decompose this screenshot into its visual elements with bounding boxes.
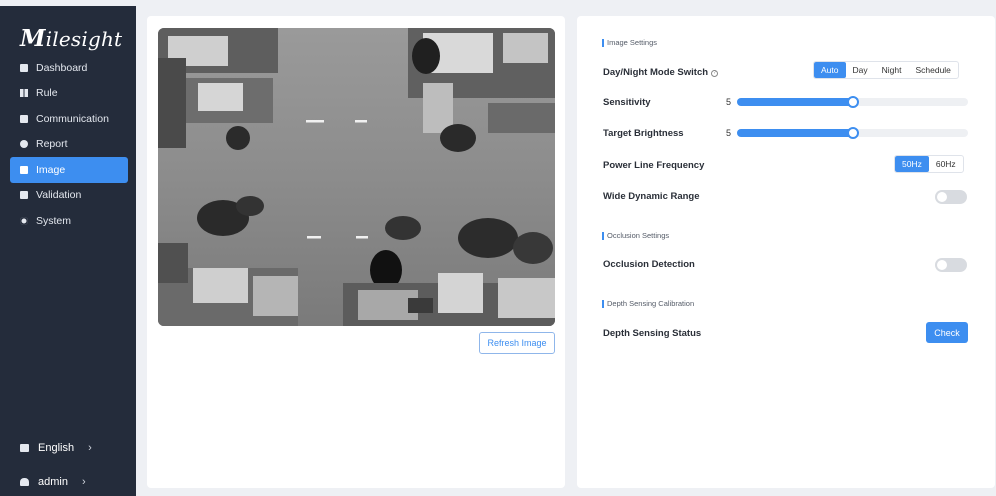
target-brightness-value: 5	[726, 128, 732, 138]
toggle-knob	[937, 192, 947, 202]
section-title-occlusion-settings: Occlusion Settings	[602, 231, 669, 240]
check-button[interactable]: Check	[926, 322, 968, 343]
power-line-frequency-label: Power Line Frequency	[603, 160, 705, 171]
wide-dynamic-range-toggle[interactable]	[935, 190, 967, 204]
report-icon	[20, 140, 28, 149]
dashboard-icon	[20, 63, 28, 72]
day-night-mode-segmented: Auto Day Night Schedule	[813, 61, 959, 79]
section-title-image-settings: Image Settings	[602, 38, 657, 47]
sidebar-item-label: Image	[36, 163, 66, 176]
sensitivity-value: 5	[726, 97, 732, 107]
target-brightness-label: Target Brightness	[603, 128, 684, 139]
validation-icon	[20, 191, 28, 200]
slider-fill	[737, 98, 853, 106]
day-night-option-day[interactable]: Day	[846, 62, 875, 78]
sensitivity-slider[interactable]	[737, 96, 968, 108]
user-menu[interactable]: admin ›	[20, 476, 86, 488]
sidebar-item-report[interactable]: Report	[10, 132, 128, 158]
sensitivity-label: Sensitivity	[603, 97, 651, 108]
day-night-label: Day/Night Mode Switch?	[603, 67, 719, 78]
brand-logo: Milesight	[20, 25, 123, 52]
sidebar-item-validation[interactable]: Validation	[10, 183, 128, 209]
depth-sensing-status-label: Depth Sensing Status	[603, 328, 702, 339]
app-root: Milesight Dashboard Rule Communication R…	[0, 0, 996, 496]
slider-fill	[737, 129, 853, 137]
camera-preview	[158, 28, 555, 326]
occlusion-detection-label: Occlusion Detection	[603, 259, 695, 270]
chevron-right-icon: ›	[88, 442, 92, 454]
rule-icon	[20, 89, 28, 98]
occlusion-detection-toggle[interactable]	[935, 258, 967, 272]
camera-image	[158, 28, 555, 326]
slider-thumb[interactable]	[846, 96, 859, 108]
gear-icon	[20, 216, 28, 225]
day-night-option-schedule[interactable]: Schedule	[908, 62, 957, 78]
user-icon	[20, 478, 29, 486]
sidebar-item-label: Rule	[36, 87, 58, 100]
help-icon[interactable]: ?	[711, 70, 719, 77]
user-label: admin	[38, 476, 68, 488]
power-line-option-60hz[interactable]: 60Hz	[929, 156, 963, 172]
sidebar-item-rule[interactable]: Rule	[10, 81, 128, 107]
sidebar-item-dashboard[interactable]: Dashboard	[10, 55, 128, 81]
section-marker	[602, 299, 604, 308]
section-marker	[602, 231, 604, 240]
toggle-knob	[937, 260, 947, 270]
language-icon	[20, 444, 29, 452]
day-night-option-auto[interactable]: Auto	[814, 62, 846, 78]
day-night-option-night[interactable]: Night	[875, 62, 909, 78]
settings-panel: Image Settings Day/Night Mode Switch? Au…	[577, 16, 995, 488]
language-selector[interactable]: English ›	[20, 442, 92, 454]
chevron-right-icon: ›	[81, 476, 86, 488]
sidebar-item-label: Communication	[36, 112, 109, 125]
sidebar-nav: Dashboard Rule Communication Report Imag…	[10, 55, 128, 234]
power-line-option-50hz[interactable]: 50Hz	[895, 156, 929, 172]
sidebar-item-label: Dashboard	[36, 61, 88, 74]
sidebar: Milesight Dashboard Rule Communication R…	[0, 6, 136, 496]
section-marker	[602, 38, 604, 47]
sidebar-item-image[interactable]: Image	[10, 157, 128, 183]
wide-dynamic-range-label: Wide Dynamic Range	[603, 191, 700, 202]
power-line-frequency-segmented: 50Hz 60Hz	[894, 155, 964, 173]
image-icon	[20, 165, 28, 174]
preview-panel: Refresh Image	[147, 16, 565, 488]
refresh-image-button[interactable]: Refresh Image	[479, 332, 555, 354]
sidebar-item-label: Report	[36, 138, 68, 151]
slider-thumb[interactable]	[846, 127, 859, 139]
target-brightness-slider[interactable]	[737, 127, 968, 139]
communication-icon	[20, 114, 28, 123]
language-label: English	[38, 442, 75, 454]
sidebar-item-system[interactable]: System	[10, 208, 128, 234]
sidebar-item-communication[interactable]: Communication	[10, 106, 128, 132]
sidebar-item-label: System	[36, 214, 72, 227]
section-title-depth-sensing-calibration: Depth Sensing Calibration	[602, 299, 694, 308]
sidebar-item-label: Validation	[36, 189, 82, 202]
